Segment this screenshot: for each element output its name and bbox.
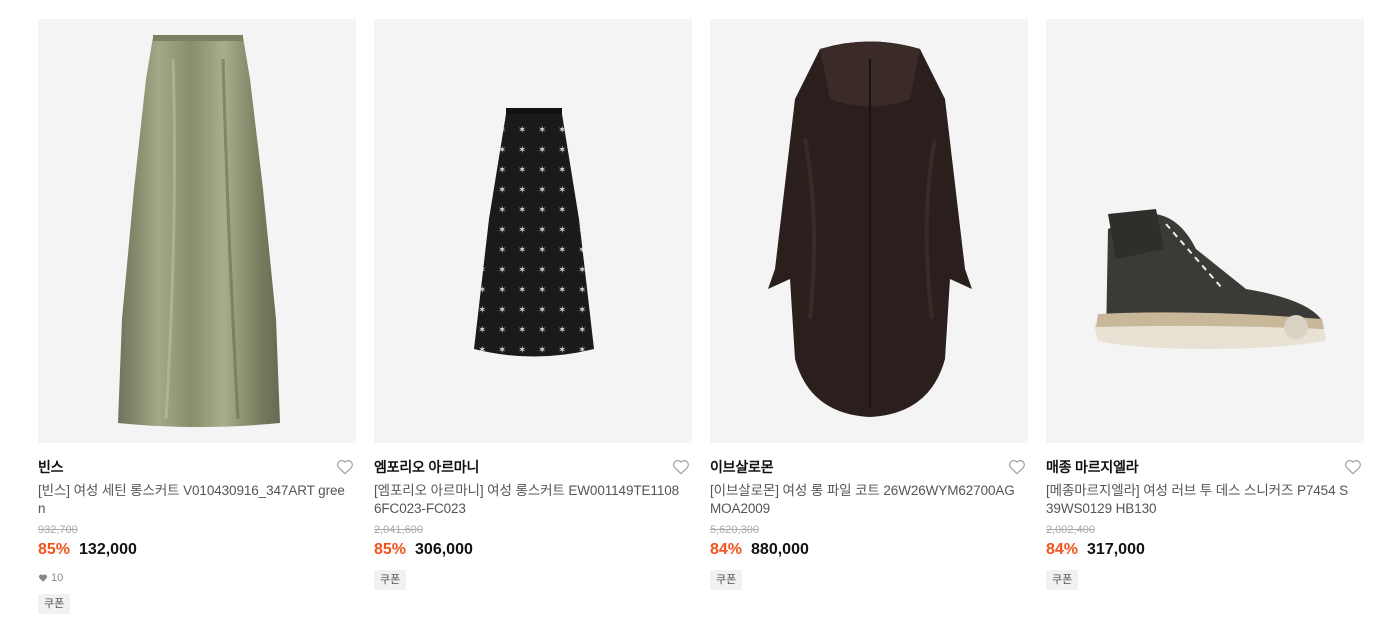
product-name[interactable]: [이브살로몬] 여성 롱 파일 코트 26W26WYM62700AGMOA200… [710, 482, 1028, 518]
coupon-badge: 쿠폰 [1046, 570, 1079, 590]
heart-filled-icon [38, 574, 48, 582]
product-image[interactable] [710, 19, 1028, 443]
wishlist-heart-icon[interactable] [336, 458, 354, 476]
original-price: 932,700 [38, 524, 78, 536]
sale-price: 317,000 [1087, 541, 1145, 558]
like-count: 10 [38, 571, 356, 585]
discount-rate: 85% [38, 541, 71, 558]
sale-price: 132,000 [79, 541, 137, 558]
wishlist-heart-icon[interactable] [1008, 458, 1026, 476]
price-row: 84% 880,000 [710, 539, 1028, 561]
product-name[interactable]: [엠포리오 아르마니] 여성 롱스커트 EW001149TE11086FC023… [374, 482, 692, 518]
original-price: 2,002,400 [1046, 524, 1095, 536]
discount-rate: 84% [710, 541, 743, 558]
original-price: 5,620,300 [710, 524, 759, 536]
product-image[interactable] [1046, 19, 1364, 443]
product-image[interactable] [38, 19, 356, 443]
star-print-skirt-image: ✶ [474, 108, 594, 357]
like-count-value: 10 [51, 572, 64, 584]
sale-price: 306,000 [415, 541, 473, 558]
product-card[interactable]: 빈스 [빈스] 여성 세틴 롱스커트 V010430916_347ART gre… [38, 19, 356, 614]
brand-name[interactable]: 매종 마르지엘라 [1046, 457, 1139, 477]
product-card[interactable]: ✶ 엠포리오 아르마니 [엠포리오 아르마니] 여성 롱스커트 EW001149… [374, 19, 692, 590]
high-top-sneaker-image [1094, 209, 1326, 349]
wishlist-heart-icon[interactable] [1344, 458, 1362, 476]
product-card[interactable]: 매종 마르지엘라 [메종마르지엘라] 여성 러브 투 데스 스니커즈 P7454… [1046, 19, 1364, 590]
satin-long-skirt-image [118, 35, 280, 427]
product-name[interactable]: [메종마르지엘라] 여성 러브 투 데스 스니커즈 P7454 S39WS012… [1046, 482, 1364, 518]
price-row: 84% 317,000 [1046, 539, 1364, 561]
brand-name[interactable]: 빈스 [38, 457, 64, 477]
wishlist-heart-icon[interactable] [672, 458, 690, 476]
product-grid: 빈스 [빈스] 여성 세틴 롱스커트 V010430916_347ART gre… [0, 0, 1394, 624]
product-image[interactable]: ✶ [374, 19, 692, 443]
product-card[interactable]: 이브살로몬 [이브살로몬] 여성 롱 파일 코트 26W26WYM62700AG… [710, 19, 1028, 590]
price-row: 85% 132,000 [38, 539, 356, 561]
discount-rate: 84% [1046, 541, 1079, 558]
original-price: 2,041,600 [374, 524, 423, 536]
fur-coat-image [768, 41, 972, 417]
brand-name[interactable]: 엠포리오 아르마니 [374, 457, 479, 477]
discount-rate: 85% [374, 541, 407, 558]
product-name[interactable]: [빈스] 여성 세틴 롱스커트 V010430916_347ART green [38, 482, 356, 518]
brand-name[interactable]: 이브살로몬 [710, 457, 774, 477]
price-row: 85% 306,000 [374, 539, 692, 561]
coupon-badge: 쿠폰 [38, 594, 71, 614]
coupon-badge: 쿠폰 [374, 570, 407, 590]
coupon-badge: 쿠폰 [710, 570, 743, 590]
sale-price: 880,000 [751, 541, 809, 558]
